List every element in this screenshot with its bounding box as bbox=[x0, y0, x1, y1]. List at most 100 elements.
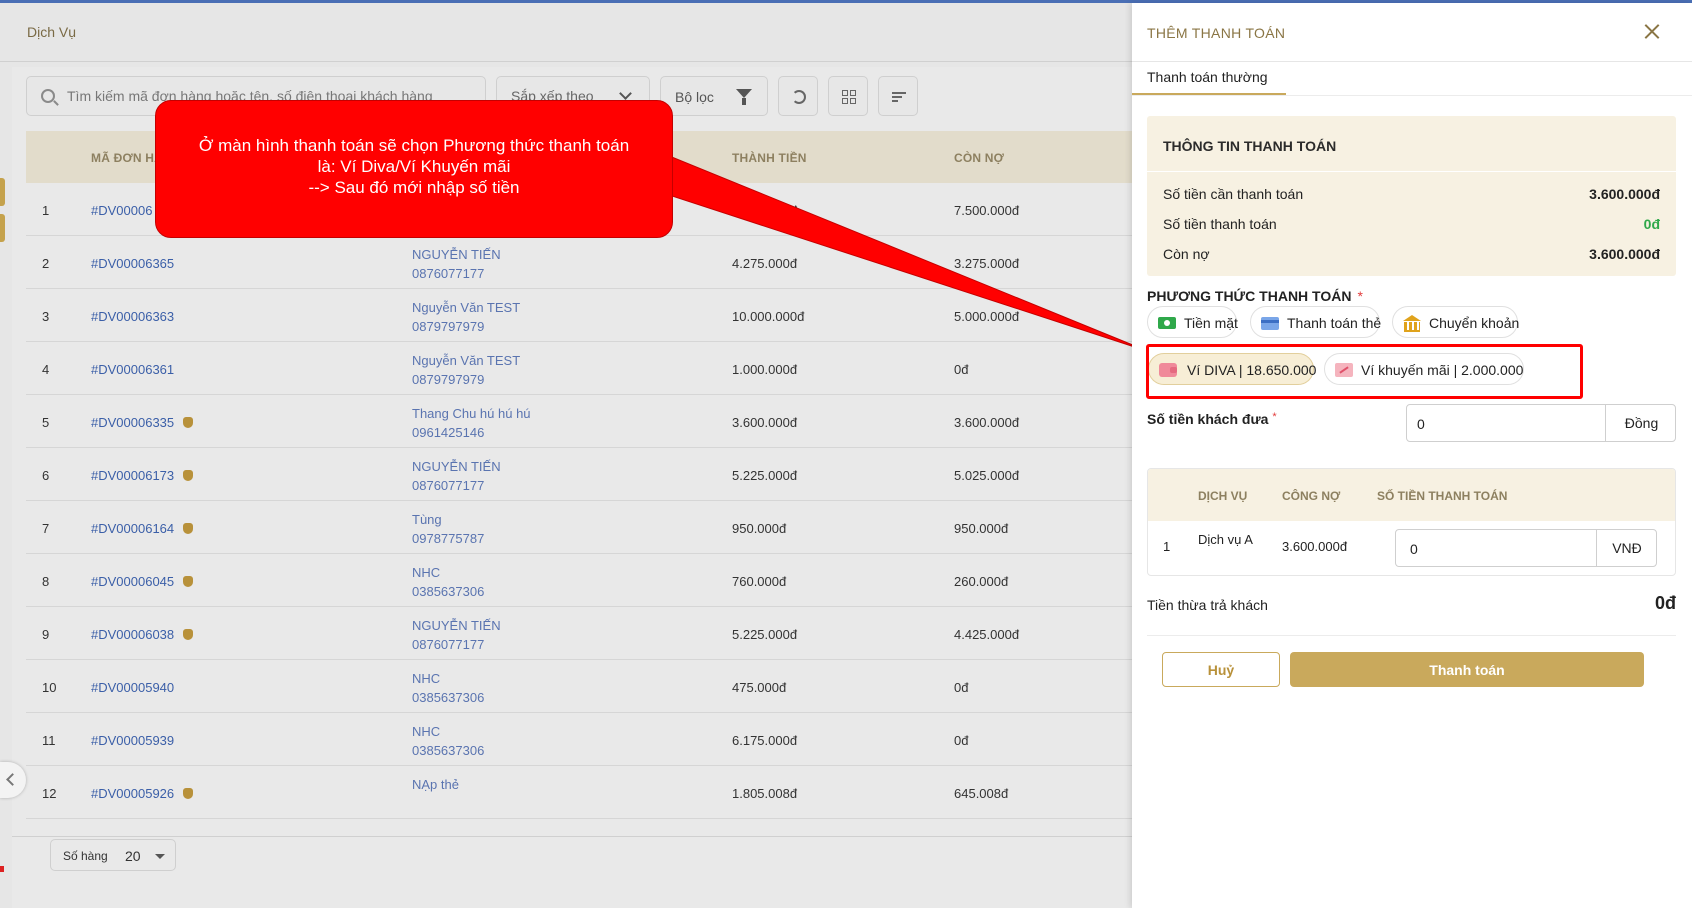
customer-info[interactable]: Tùng 0978775787 bbox=[412, 510, 484, 548]
row-number: 1 bbox=[42, 203, 50, 218]
table-row[interactable]: 10 #DV00005940 NHC 0385637306 475.000đ 0đ bbox=[26, 660, 1132, 713]
list-icon bbox=[892, 90, 906, 104]
table-row[interactable]: 11 #DV00005939 NHC 0385637306 6.175.000đ 0đ bbox=[26, 713, 1132, 766]
customer-info[interactable]: Thang Chu hú hú hú 0961425146 bbox=[412, 404, 531, 442]
customer-info[interactable]: NHC 0385637306 bbox=[412, 563, 484, 601]
table-row[interactable]: 8 #DV00006045 NHC 0385637306 760.000đ 260.000… bbox=[26, 554, 1132, 607]
remaining-debt-row: Còn nợ 3.600.000đ bbox=[1163, 246, 1660, 262]
table-row[interactable]: 3 #DV00006363 Nguyễn Văn TEST 0879797979 10.… bbox=[26, 289, 1132, 342]
order-total: 3.600.000đ bbox=[732, 415, 798, 430]
order-debt: 260.000đ bbox=[954, 574, 1009, 589]
row-number: 4 bbox=[42, 362, 50, 377]
customer-name[interactable]: NHC bbox=[412, 671, 440, 686]
table-row[interactable]: 2 #DV00006365 NGUYỄN TIẾN 0876077177 4.275.0… bbox=[26, 236, 1132, 289]
page-title: Dịch Vụ bbox=[27, 24, 77, 40]
service-pay-field[interactable]: VNĐ bbox=[1395, 529, 1657, 567]
customer-name[interactable]: NGUYỄN TIẾN bbox=[412, 247, 501, 262]
customer-info[interactable]: NGUYỄN TIẾN 0876077177 bbox=[412, 245, 501, 283]
order-code[interactable]: #DV00006038 bbox=[91, 627, 194, 642]
order-code[interactable]: #DV00006045 bbox=[91, 574, 194, 589]
rows-per-page-label: Số hàng bbox=[63, 849, 108, 863]
order-total: 5.225.000đ bbox=[732, 468, 798, 483]
refresh-icon bbox=[792, 90, 806, 104]
row-number: 10 bbox=[42, 680, 57, 695]
money-bag-icon bbox=[183, 417, 194, 428]
customer-info[interactable]: Nguyễn Văn TEST 0879797979 bbox=[412, 351, 520, 389]
row-number: 7 bbox=[42, 521, 50, 536]
customer-name[interactable]: NHC bbox=[412, 724, 440, 739]
customer-name[interactable]: Tùng bbox=[412, 512, 442, 527]
order-code[interactable]: #DV00006 bbox=[91, 203, 152, 218]
credit-card-icon bbox=[1261, 317, 1279, 330]
callout-line: là: Ví Diva/Ví Khuyến mãi bbox=[317, 157, 511, 176]
customer-name[interactable]: NGUYỄN TIẾN bbox=[412, 459, 501, 474]
table-row[interactable]: 7 #DV00006164 Tùng 0978775787 950.000đ 950.00… bbox=[26, 501, 1132, 554]
table-row[interactable]: 9 #DV00006038 NGUYỄN TIẾN 0876077177 5.225.0… bbox=[26, 607, 1132, 660]
payment-method-label: PHƯƠNG THỨC THANH TOÁN * bbox=[1147, 288, 1363, 304]
method-transfer[interactable]: Chuyển khoản bbox=[1392, 306, 1519, 338]
sidebar-handle[interactable] bbox=[0, 178, 5, 206]
cancel-button[interactable]: Huỷ bbox=[1162, 652, 1280, 687]
order-debt: 0đ bbox=[954, 362, 969, 377]
order-debt: 4.425.000đ bbox=[954, 627, 1020, 642]
tab-regular-payment[interactable]: Thanh toán thường bbox=[1147, 69, 1268, 85]
order-debt: 7.500.000đ bbox=[954, 203, 1020, 218]
amount-given-input[interactable] bbox=[1417, 414, 1577, 434]
order-code[interactable]: #DV00005939 bbox=[91, 733, 174, 748]
method-cash-label: Tiền mặt bbox=[1184, 315, 1238, 331]
customer-name[interactable]: Thang Chu hú hú hú bbox=[412, 406, 531, 421]
sidebar-handle[interactable] bbox=[0, 214, 5, 242]
customer-info[interactable]: Nguyễn Văn TEST 0879797979 bbox=[412, 298, 520, 336]
customer-name[interactable]: NGUYỄN TIẾN bbox=[412, 618, 501, 633]
table-row[interactable]: 12 #DV00005926 NẠp thẻ 1.805.008đ 645.008đ bbox=[26, 766, 1132, 819]
footer-divider bbox=[12, 836, 1132, 837]
filter-button[interactable]: Bộ lọc bbox=[660, 76, 768, 116]
order-code[interactable]: #DV00006363 bbox=[91, 309, 174, 324]
customer-name[interactable]: Nguyễn Văn TEST bbox=[412, 353, 520, 368]
order-code[interactable]: #DV00006335 bbox=[91, 415, 194, 430]
method-card[interactable]: Thanh toán thẻ bbox=[1250, 306, 1381, 338]
customer-name[interactable]: NẠp thẻ bbox=[412, 777, 459, 792]
table-row[interactable]: 4 #DV00006361 Nguyễn Văn TEST 0879797979 1.0… bbox=[26, 342, 1132, 395]
method-cash[interactable]: Tiền mặt bbox=[1147, 306, 1238, 338]
amount-paid-value: 0đ bbox=[1643, 216, 1660, 232]
drawer-header-divider bbox=[1132, 61, 1692, 62]
amount-given-field[interactable]: Đồng bbox=[1406, 404, 1676, 442]
customer-info[interactable]: NHC 0385637306 bbox=[412, 669, 484, 707]
order-code[interactable]: #DV00006365 bbox=[91, 256, 174, 271]
header-divider bbox=[0, 61, 1132, 62]
rows-per-page-select[interactable]: Số hàng 20 bbox=[50, 839, 176, 871]
order-code[interactable]: #DV00006164 bbox=[91, 521, 194, 536]
amount-given-label: Số tiền khách đưa * bbox=[1147, 411, 1277, 427]
grid-icon bbox=[842, 90, 856, 104]
table-row[interactable]: 5 #DV00006335 Thang Chu hú hú hú 0961425146… bbox=[26, 395, 1132, 448]
close-icon[interactable] bbox=[1640, 20, 1664, 44]
customer-info[interactable]: NHC 0385637306 bbox=[412, 722, 484, 760]
drawer-title: THÊM THANH TOÁN bbox=[1147, 25, 1286, 41]
customer-info[interactable]: NẠp thẻ bbox=[412, 775, 459, 794]
order-total: 950.000đ bbox=[732, 521, 787, 536]
grid-view-button[interactable] bbox=[828, 76, 868, 116]
table-row[interactable]: 6 #DV00006173 NGUYỄN TIẾN 0876077177 5.225.0… bbox=[26, 448, 1132, 501]
amount-due-value: 3.600.000đ bbox=[1589, 186, 1660, 202]
required-mark: * bbox=[1272, 411, 1277, 423]
customer-phone: 0385637306 bbox=[412, 743, 485, 758]
money-bag-icon bbox=[183, 470, 194, 481]
payment-info-title: THÔNG TIN THANH TOÁN bbox=[1163, 138, 1337, 154]
list-view-button[interactable] bbox=[878, 76, 918, 116]
order-code[interactable]: #DV00005940 bbox=[91, 680, 174, 695]
service-debt: 3.600.000đ bbox=[1282, 539, 1348, 554]
refresh-button[interactable] bbox=[778, 76, 818, 116]
service-pay-input[interactable] bbox=[1410, 539, 1560, 559]
order-code[interactable]: #DV00005926 bbox=[91, 786, 194, 801]
order-code[interactable]: #DV00006173 bbox=[91, 468, 194, 483]
pay-button[interactable]: Thanh toán bbox=[1290, 652, 1644, 687]
customer-name[interactable]: NHC bbox=[412, 565, 440, 580]
remaining-debt-value: 3.600.000đ bbox=[1589, 246, 1660, 262]
tab-divider bbox=[1132, 95, 1692, 96]
customer-name[interactable]: Nguyễn Văn TEST bbox=[412, 300, 520, 315]
order-code[interactable]: #DV00006361 bbox=[91, 362, 174, 377]
customer-info[interactable]: NGUYỄN TIẾN 0876077177 bbox=[412, 616, 501, 654]
chevron-left-icon bbox=[6, 773, 19, 786]
customer-info[interactable]: NGUYỄN TIẾN 0876077177 bbox=[412, 457, 501, 495]
